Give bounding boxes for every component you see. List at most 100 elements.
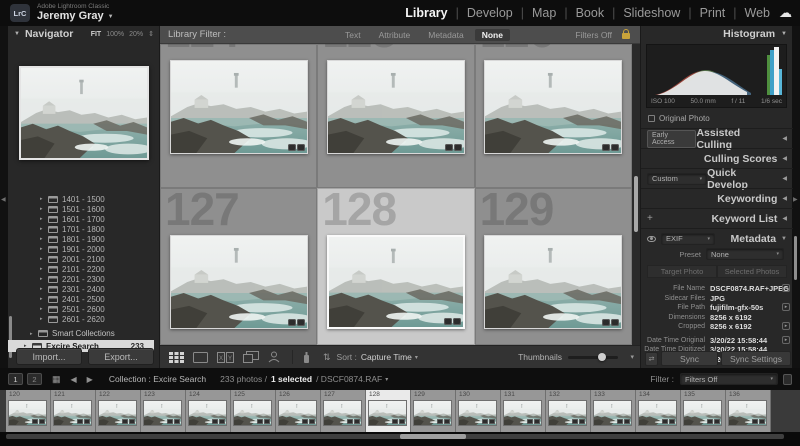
metadata-field-value[interactable]: 8256 x 6192 (710, 322, 752, 331)
metadata-field-value[interactable]: 3/20/22 15:58:44 (710, 336, 767, 345)
collection-badge-icon[interactable] (453, 144, 462, 151)
main-window-button[interactable]: 1 (8, 373, 23, 385)
collection-row[interactable]: ▸ 2501 - 2600 (22, 304, 160, 314)
second-window-button[interactable]: 2 (27, 373, 42, 385)
zoom-toggle-icon[interactable]: ⇕ (148, 30, 154, 38)
filmstrip-thumbnail[interactable] (278, 400, 317, 426)
grid-cell[interactable]: 124 (160, 44, 318, 188)
filmstrip-thumbnail[interactable] (413, 400, 452, 426)
module-tab[interactable]: Print (680, 6, 726, 20)
expand-arrow-icon[interactable]: ▸ (40, 206, 48, 212)
smart-collections-row[interactable]: ▸ Smart Collections (22, 328, 160, 339)
collection-badge-icon[interactable] (129, 419, 135, 424)
filmstrip-cell[interactable]: 133 (591, 390, 636, 432)
navigator-collapse-icon[interactable]: ▼ (14, 31, 20, 37)
metadata-action-icon[interactable]: ▸ (782, 284, 790, 292)
crop-badge-icon[interactable] (482, 419, 488, 424)
filmstrip-thumbnail[interactable] (8, 400, 47, 426)
filter-mode-button[interactable]: Attribute (372, 29, 418, 41)
filmstrip-cell[interactable]: 136 (726, 390, 771, 432)
expand-arrow-icon[interactable]: ▸ (40, 266, 48, 272)
crop-badge-icon[interactable] (572, 419, 578, 424)
sort-caret-icon[interactable]: ▾ (415, 354, 418, 361)
collection-row[interactable]: ▸ 2001 - 2100 (22, 254, 160, 264)
collection-badge-icon[interactable] (219, 419, 225, 424)
crop-badge-icon[interactable] (287, 144, 296, 151)
filmstrip-cell[interactable]: 126 (276, 390, 321, 432)
current-collection-label[interactable]: Collection : Excire Search (109, 374, 206, 384)
add-keyword-icon[interactable]: + (647, 213, 653, 224)
loupe-view-icon[interactable] (193, 351, 208, 363)
collection-badge-icon[interactable] (534, 419, 540, 424)
filmstrip-thumbnail[interactable] (233, 400, 272, 426)
filter-mode-button[interactable]: None (474, 28, 510, 41)
toolbar-options-icon[interactable]: ▾ (630, 353, 634, 361)
expand-arrow-icon[interactable]: ▸ (40, 246, 48, 252)
filter-mode-button[interactable]: Text (338, 29, 368, 41)
selected-photos-button[interactable]: Selected Photos (717, 265, 787, 278)
zoom-100-option[interactable]: 100% (106, 31, 124, 38)
collection-row[interactable]: ▸ 1801 - 1900 (22, 234, 160, 244)
section-expand-icon[interactable]: ◀ (782, 155, 787, 162)
expand-arrow-icon[interactable]: ▸ (40, 196, 48, 202)
collection-badge-icon[interactable] (452, 318, 461, 325)
filmstrip-cell[interactable]: 134 (636, 390, 681, 432)
filmstrip-cell[interactable]: 129 (411, 390, 456, 432)
cloud-sync-icon[interactable]: ☁ (779, 5, 792, 21)
expand-arrow-icon[interactable]: ▸ (40, 216, 48, 222)
section-expand-icon[interactable]: ◀ (782, 135, 787, 142)
sort-value[interactable]: Capture Time (361, 352, 412, 362)
keyword-list-section[interactable]: + Keyword List ◀ (641, 208, 793, 228)
go-back-icon[interactable]: ◀ (71, 375, 77, 384)
expand-arrow-icon[interactable]: ▸ (40, 296, 48, 302)
filmstrip-cell[interactable]: 125 (231, 390, 276, 432)
collection-badge-icon[interactable] (611, 144, 620, 151)
expand-arrow-icon[interactable]: ▸ (40, 306, 48, 312)
sync-button[interactable]: Sync (661, 351, 718, 366)
crop-badge-icon[interactable] (77, 419, 83, 424)
collection-badge-icon[interactable] (264, 419, 270, 424)
collection-row[interactable]: ▸ 1501 - 1600 (22, 204, 160, 214)
assisted-culling-section[interactable]: Early Access Assisted Culling ◀ (641, 127, 793, 151)
collapse-left-icon[interactable]: ◀ (1, 196, 6, 203)
module-tab[interactable]: Map (513, 6, 556, 20)
people-view-icon[interactable] (268, 351, 280, 363)
filmstrip-thumbnail[interactable] (593, 400, 632, 426)
module-tab[interactable]: Develop (448, 6, 513, 20)
filmstrip-scroll-track[interactable] (6, 434, 784, 439)
grid-scrollbar[interactable] (632, 44, 640, 345)
filmstrip-cell[interactable]: 127 (321, 390, 366, 432)
crop-badge-icon[interactable] (212, 419, 218, 424)
metadata-action-icon[interactable]: ▸ (782, 303, 790, 311)
collection-row[interactable]: ▸ 1701 - 1800 (22, 224, 160, 234)
collection-badge-icon[interactable] (309, 419, 315, 424)
sync-settings-button[interactable]: Sync Settings (721, 351, 791, 366)
collection-row[interactable]: ▸ 2401 - 2500 (22, 294, 160, 304)
collection-badge-icon[interactable] (611, 319, 620, 326)
original-photo-checkbox[interactable] (648, 115, 655, 122)
photo-thumbnail[interactable] (484, 60, 623, 154)
crop-badge-icon[interactable] (122, 419, 128, 424)
filmstrip-cell[interactable]: 122 (96, 390, 141, 432)
histogram-collapse-icon[interactable]: ▼ (781, 31, 787, 37)
compare-view-icon[interactable]: XY (217, 351, 234, 363)
filmstrip-cell[interactable]: 120 (6, 390, 51, 432)
metadata-field-value[interactable]: DSCF0874.RAF+JPEG (710, 284, 789, 293)
right-scroll-thumb[interactable] (794, 236, 797, 280)
export-button[interactable]: Export... (88, 348, 154, 365)
collection-row[interactable]: ▸ 1601 - 1700 (22, 214, 160, 224)
crop-badge-icon[interactable] (167, 419, 173, 424)
metadata-field-value[interactable]: JPG (710, 294, 725, 303)
histogram-graph[interactable]: ISO 100 50.0 mm f / 11 1/6 sec (646, 44, 787, 108)
sync-toggle-icon[interactable]: ⇄ (645, 351, 658, 366)
crop-badge-icon[interactable] (602, 319, 611, 326)
expand-arrow-icon[interactable]: ▸ (40, 236, 48, 242)
collection-badge-icon[interactable] (174, 419, 180, 424)
filename-caret-icon[interactable]: ▾ (385, 376, 388, 383)
crop-badge-icon[interactable] (437, 419, 443, 424)
crop-badge-icon[interactable] (527, 419, 533, 424)
filmstrip-cell[interactable]: 132 (546, 390, 591, 432)
navigator-preview[interactable] (19, 66, 149, 160)
collection-badge-icon[interactable] (714, 419, 720, 424)
crop-badge-icon[interactable] (617, 419, 623, 424)
